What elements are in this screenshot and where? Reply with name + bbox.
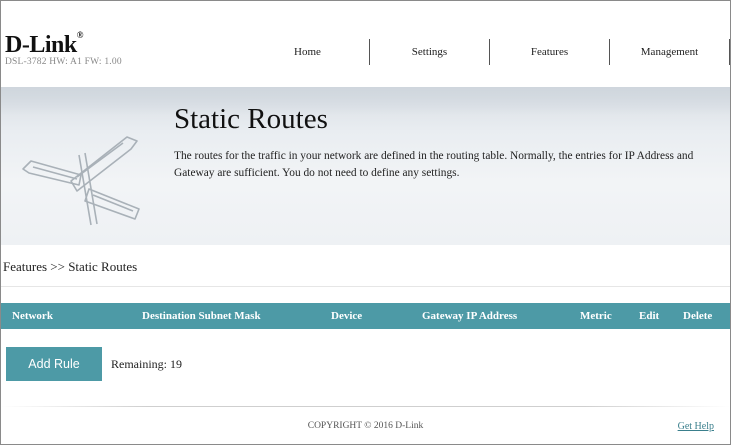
column-destination-subnet-mask: Destination Subnet Mask <box>142 310 261 322</box>
breadcrumb: Features >> Static Routes <box>3 259 138 274</box>
remaining-rules: Remaining: 19 <box>111 357 182 372</box>
logo-registered-mark: ® <box>76 30 84 40</box>
main-nav: Home Settings Features Management <box>246 39 730 65</box>
logo-text: D-Link <box>5 32 77 58</box>
column-gateway-ip-address: Gateway IP Address <box>422 310 518 322</box>
copyright-text: COPYRIGHT © 2016 D-Link <box>307 421 424 431</box>
column-device: Device <box>331 310 363 322</box>
get-help-link[interactable]: Get Help <box>678 421 714 432</box>
routes-table-header: Network Destination Subnet Mask Device G… <box>1 303 730 329</box>
column-edit: Edit <box>639 310 660 322</box>
page-banner: Static Routes The routes for the traffic… <box>1 87 730 245</box>
nav-features[interactable]: Features <box>490 39 610 65</box>
page-description: The routes for the traffic in your netwo… <box>174 150 694 179</box>
column-metric: Metric <box>580 310 612 322</box>
add-rule-button[interactable]: Add Rule <box>6 347 102 381</box>
footer-divider <box>1 406 730 407</box>
header: D-Link® DSL-3782 HW: A1 FW: 1.00 Home Se… <box>1 1 730 87</box>
dlink-logo[interactable]: D-Link® <box>5 30 84 58</box>
column-delete: Delete <box>683 310 713 322</box>
breadcrumb-divider <box>1 286 730 287</box>
remaining-label: Remaining: <box>111 357 167 371</box>
column-network: Network <box>12 310 53 322</box>
router-admin-page: D-Link® DSL-3782 HW: A1 FW: 1.00 Home Se… <box>0 0 731 445</box>
signpost-icon <box>22 136 140 226</box>
nav-settings[interactable]: Settings <box>370 39 490 65</box>
nav-management[interactable]: Management <box>610 39 730 65</box>
nav-home[interactable]: Home <box>246 39 370 65</box>
page-title: Static Routes <box>174 103 328 135</box>
remaining-count: 19 <box>170 357 182 371</box>
hardware-info: DSL-3782 HW: A1 FW: 1.00 <box>5 57 122 67</box>
